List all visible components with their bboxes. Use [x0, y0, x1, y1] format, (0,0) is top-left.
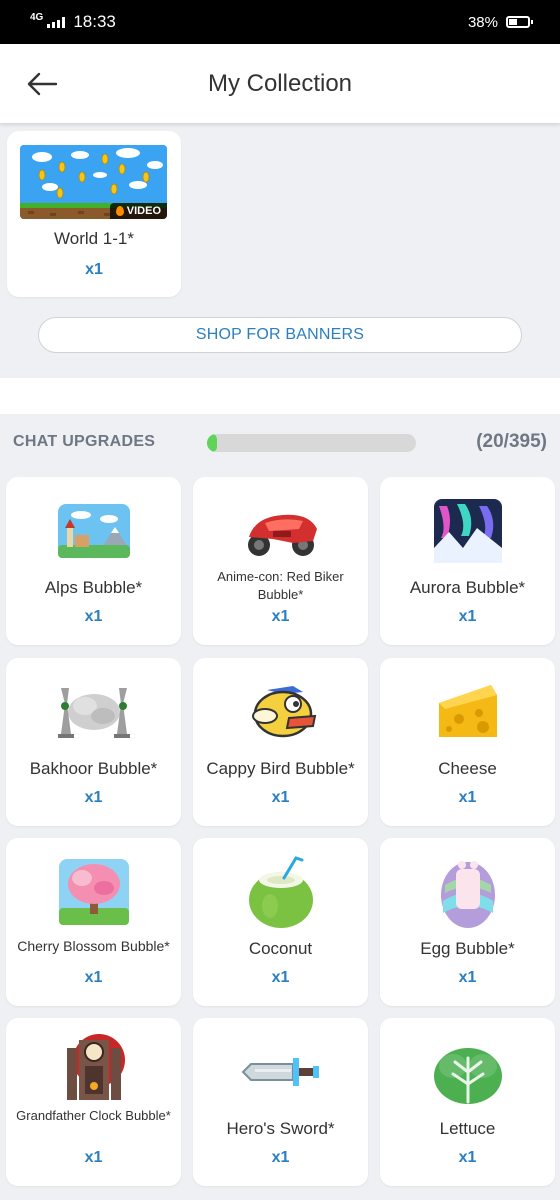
video-badge: VIDEO: [109, 203, 167, 219]
item-qty: x1: [271, 608, 290, 625]
network-type: 4G: [30, 12, 44, 23]
page-title: My Collection: [207, 69, 353, 97]
cheese-icon: [428, 676, 508, 748]
item-qty: x1: [271, 969, 290, 986]
item-name: Cheese: [438, 759, 497, 778]
item-qty: x1: [271, 1149, 290, 1166]
item-card-cherry-blossom[interactable]: Cherry Blossom Bubble* x1: [6, 838, 181, 1006]
item-card-cheese[interactable]: Cheese x1: [380, 658, 555, 826]
cappy-bird-icon: [241, 676, 321, 748]
item-name: Cappy Bird Bubble*: [206, 759, 355, 778]
item-name: Bakhoor Bubble*: [29, 759, 158, 778]
aurora-icon: [428, 495, 508, 567]
signal-icon: [47, 16, 66, 28]
lettuce-icon: [428, 1036, 508, 1108]
clock: 18:33: [73, 12, 116, 31]
app-header: My Collection: [0, 44, 560, 124]
video-badge-label: VIDEO: [126, 205, 161, 217]
alps-icon: [54, 495, 134, 567]
bakhoor-icon: [54, 676, 134, 748]
battery-percent: 38%: [467, 13, 498, 31]
item-card-grandfather-clock[interactable]: Grandfather Clock Bubble* x1: [6, 1018, 181, 1186]
item-card-coconut[interactable]: Coconut x1: [193, 838, 368, 1006]
item-qty: x1: [84, 1149, 103, 1166]
status-bar: 4G 18:33 38%: [0, 0, 560, 44]
item-name: Anime-con: Red Biker Bubble*: [217, 569, 344, 602]
item-name: Alps Bubble*: [44, 578, 143, 597]
upgrades-count: (20/395): [476, 431, 547, 452]
item-qty: x1: [458, 608, 477, 625]
grandfather-clock-icon: [54, 1032, 134, 1104]
chat-upgrades-label: CHAT UPGRADES: [13, 433, 156, 450]
item-qty: x1: [458, 789, 477, 806]
banner-qty: x1: [85, 261, 103, 278]
item-card-alps[interactable]: Alps Bubble* x1: [6, 477, 181, 645]
item-card-egg[interactable]: Egg Bubble* x1: [380, 838, 555, 1006]
item-name: Coconut: [248, 939, 313, 958]
item-name: Egg Bubble*: [420, 939, 515, 958]
sword-icon: [241, 1036, 321, 1108]
item-qty: x1: [458, 1149, 477, 1166]
coconut-icon: [241, 856, 321, 928]
banner-card[interactable]: VIDEO World 1-1* x1: [7, 131, 181, 297]
item-qty: x1: [458, 969, 477, 986]
item-qty: x1: [84, 969, 103, 986]
item-card-heros-sword[interactable]: Hero's Sword* x1: [193, 1018, 368, 1186]
item-name: Cherry Blossom Bubble*: [17, 938, 170, 954]
egg-icon: [428, 856, 508, 928]
back-button[interactable]: [22, 64, 62, 104]
banner-name: World 1-1*: [54, 229, 134, 248]
upgrades-progress-bar: [207, 434, 416, 452]
item-name: Aurora Bubble*: [409, 578, 526, 597]
item-card-cappy-bird[interactable]: Cappy Bird Bubble* x1: [193, 658, 368, 826]
battery-icon: [506, 16, 533, 28]
section-divider: [0, 378, 560, 414]
item-qty: x1: [84, 608, 103, 625]
banner-thumbnail: VIDEO: [20, 145, 167, 219]
item-name: Grandfather Clock Bubble*: [16, 1108, 171, 1123]
shop-for-banners-button[interactable]: SHOP FOR BANNERS: [38, 317, 522, 353]
item-name: Lettuce: [439, 1119, 496, 1138]
cherry-blossom-icon: [54, 856, 134, 928]
item-card-lettuce[interactable]: Lettuce x1: [380, 1018, 555, 1186]
flame-icon: [115, 206, 124, 216]
item-qty: x1: [271, 789, 290, 806]
item-card-red-biker[interactable]: Anime-con: Red Biker Bubble* x1: [193, 477, 368, 645]
item-card-bakhoor[interactable]: Bakhoor Bubble* x1: [6, 658, 181, 826]
back-arrow-icon: [27, 72, 58, 96]
item-qty: x1: [84, 789, 103, 806]
item-card-aurora[interactable]: Aurora Bubble* x1: [380, 477, 555, 645]
item-name: Hero's Sword*: [226, 1119, 335, 1138]
red-biker-icon: [241, 495, 321, 567]
